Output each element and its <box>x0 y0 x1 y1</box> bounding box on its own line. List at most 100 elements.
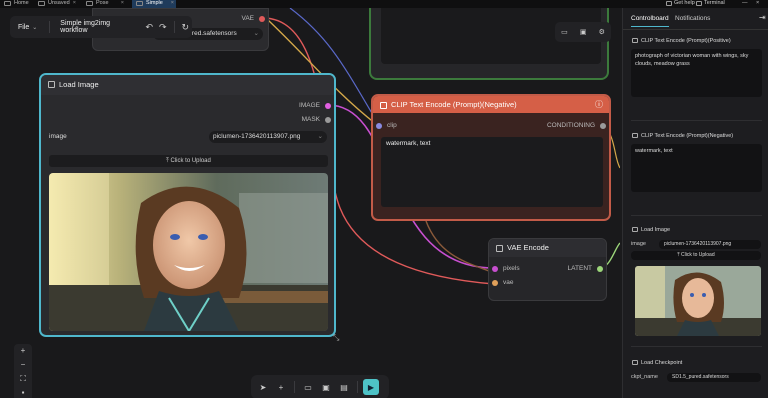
info-icon[interactable]: ⓘ <box>595 96 603 113</box>
redo-icon[interactable]: ↷ <box>156 22 170 33</box>
graph-canvas[interactable]: VAE ckpt_name SD1.5_pured.safetensors ⌄ … <box>0 8 620 398</box>
run-button[interactable]: ▶ <box>363 379 379 395</box>
image-preview <box>49 173 328 331</box>
image-icon <box>48 81 55 88</box>
window-minimize-icon[interactable]: — <box>742 0 748 8</box>
section-divider <box>631 215 762 216</box>
fit-view-icon[interactable]: ⛶ <box>14 372 32 386</box>
gear-icon[interactable]: ⚙ <box>599 28 605 36</box>
mask-output-slot[interactable] <box>325 117 331 123</box>
tab-pose[interactable]: Pose × <box>82 0 126 8</box>
close-icon[interactable]: × <box>121 0 124 7</box>
image-icon[interactable]: ▣ <box>580 28 587 36</box>
vae-encode-node[interactable]: VAE Encode pixels vae LATENT <box>488 238 607 301</box>
vae-output-slot[interactable] <box>259 16 265 22</box>
section-title: CLIP Text Encode (Prompt)(Positive) <box>631 36 762 46</box>
portrait-thumbnail <box>635 266 761 336</box>
section-title: Load Checkpoint <box>631 358 762 368</box>
clip-negative-node[interactable]: CLIP Text Encode (Prompt)(Negative) ⓘ cl… <box>371 94 611 221</box>
image-output-label: IMAGE <box>299 102 320 109</box>
tab-simple[interactable]: Simple × <box>132 0 176 8</box>
aux-link <box>425 220 495 274</box>
collapse-panel-icon[interactable]: ⇥ <box>759 13 766 22</box>
conditioning-output-slot[interactable] <box>600 123 606 129</box>
panel-upload-button[interactable]: ⤒ Click to Upload <box>631 251 761 260</box>
window-close-icon[interactable]: × <box>756 0 759 8</box>
image-file-combo[interactable]: piclumen-1736420113907.png ⌄ <box>209 131 327 143</box>
image-widget-label: image <box>49 133 67 140</box>
terminal-button[interactable]: Terminal <box>695 0 725 8</box>
toolbar-divider <box>294 381 295 393</box>
panel-image-combo[interactable]: piclumen-1736420113907.png <box>659 240 761 249</box>
chevron-down-icon: ⌄ <box>32 24 38 31</box>
load-image-node[interactable]: Load Image IMAGE MASK image piclumen-173… <box>39 73 336 337</box>
tab-unsaved[interactable]: Unsaved × <box>34 0 78 8</box>
close-icon[interactable]: × <box>171 0 174 7</box>
node-title: VAE Encode <box>507 243 549 252</box>
undo-icon[interactable]: ↶ <box>143 22 157 33</box>
zoom-controls: + − ⛶ ▪ <box>14 344 32 398</box>
home-icon <box>4 1 11 6</box>
positive-prompt-node[interactable] <box>369 8 609 80</box>
select-tool-icon[interactable]: ➤ <box>255 379 271 395</box>
clip-input-slot[interactable] <box>376 123 382 129</box>
add-node-icon[interactable]: + <box>273 379 289 395</box>
workflow-icon <box>136 1 143 6</box>
negative-prompt-field[interactable]: watermark, text <box>631 144 762 192</box>
get-help-button[interactable]: Get help <box>665 0 695 8</box>
text-icon <box>380 102 387 109</box>
canvas-toolbar: ▭ ▣ ⚙ <box>555 22 611 42</box>
close-icon[interactable]: × <box>73 0 76 7</box>
help-icon <box>666 1 672 6</box>
text-icon <box>632 133 638 138</box>
portrait-illustration <box>49 173 328 331</box>
tab-controlboard[interactable]: Controlboard <box>631 15 669 27</box>
vae-encode-header[interactable]: VAE Encode <box>489 239 606 257</box>
upload-button[interactable]: ⤒ Click to Upload <box>49 155 328 167</box>
clip-input-label: clip <box>387 122 397 129</box>
panel-image-preview <box>635 266 761 336</box>
zoom-out-icon[interactable]: − <box>14 358 32 372</box>
lock-icon[interactable]: ▪ <box>14 386 32 398</box>
tab-home[interactable]: Home <box>0 0 30 8</box>
layout-tool-icon[interactable]: ▤ <box>336 379 352 395</box>
image-tool-icon[interactable]: ▭ <box>300 379 316 395</box>
section-title: Load Image <box>631 225 762 235</box>
terminal-icon <box>696 1 702 6</box>
chevron-down-icon: ⌄ <box>253 30 259 37</box>
mask-output-label: MASK <box>301 116 320 123</box>
pixels-input-slot[interactable] <box>492 266 498 272</box>
section-divider <box>631 346 762 347</box>
load-checkpoint-section: Load Checkpoint <box>631 358 762 368</box>
encode-icon <box>496 245 503 252</box>
positive-prompt-field[interactable]: photograph of victorian woman with wings… <box>631 49 762 97</box>
menu-divider <box>173 21 175 33</box>
conditioning-output-label: CONDITIONING <box>546 122 595 129</box>
file-menu-button[interactable]: File ⌄ <box>10 24 45 31</box>
latent-output-slot[interactable] <box>597 266 603 272</box>
tab-strip: Home Unsaved × Pose × Simple × Get help Ter… <box>0 0 768 8</box>
negative-prompt-textarea[interactable]: watermark, text <box>381 137 603 207</box>
negative-prompt-section: CLIP Text Encode (Prompt)(Negative) wate… <box>631 131 762 192</box>
resize-handle-icon[interactable]: ⤡ <box>333 333 339 343</box>
load-image-section: Load Image <box>631 225 762 235</box>
node-title: CLIP Text Encode (Prompt)(Negative) <box>391 100 517 109</box>
compare-tool-icon[interactable]: ▣ <box>318 379 334 395</box>
section-title: CLIP Text Encode (Prompt)(Negative) <box>631 131 762 141</box>
clip-negative-header[interactable]: CLIP Text Encode (Prompt)(Negative) ⓘ <box>373 96 609 113</box>
monitor-icon[interactable]: ▭ <box>561 28 568 36</box>
menu-divider <box>49 21 51 33</box>
tab-notifications[interactable]: Notifications <box>675 15 710 22</box>
top-menu: File ⌄ Simple img2img workflow ↶ ↷ ↻ <box>10 16 192 38</box>
load-image-header[interactable]: Load Image <box>41 75 334 95</box>
zoom-in-icon[interactable]: + <box>14 344 32 358</box>
checkpoint-icon <box>632 360 638 365</box>
chevron-down-icon: ⌄ <box>317 133 323 140</box>
refresh-icon[interactable]: ↻ <box>179 22 193 33</box>
vae-input-slot[interactable] <box>492 280 498 286</box>
workflow-icon <box>86 1 93 6</box>
panel-ckpt-combo[interactable]: SD1.5_pured.safetensors <box>667 373 761 382</box>
workflow-name: Simple img2img workflow <box>60 20 111 34</box>
image-output-slot[interactable] <box>325 103 331 109</box>
node-title: Load Image <box>59 80 99 89</box>
